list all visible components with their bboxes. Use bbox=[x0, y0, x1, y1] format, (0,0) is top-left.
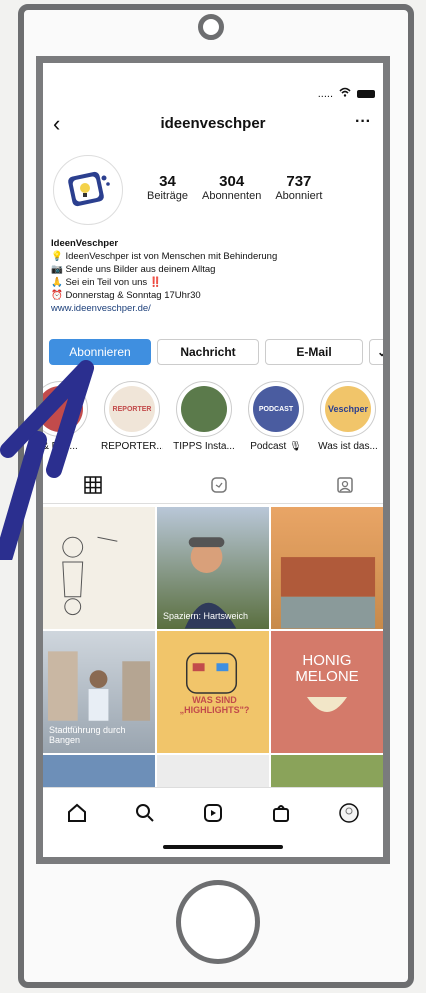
highlight-item[interactable]: Veschper Was ist das... bbox=[317, 381, 379, 452]
profile-header: ‹ ideenveschper ··· bbox=[43, 111, 383, 139]
stat-followers[interactable]: 304 Abonnenten bbox=[202, 173, 261, 202]
phone-speaker bbox=[198, 14, 224, 40]
post-caption: HONIG MELONE bbox=[295, 652, 359, 685]
post-thumbnail[interactable]: WAS SIND „HIGHLIGHTS"? bbox=[157, 631, 269, 753]
bio-line: 📷 Sende uns Bilder aus deinem Alltag bbox=[51, 264, 216, 275]
home-indicator bbox=[163, 845, 283, 849]
chevron-down-icon: ⌄ bbox=[376, 345, 388, 359]
search-icon[interactable] bbox=[134, 802, 156, 829]
bio-name: IdeenVeschper bbox=[51, 238, 119, 249]
post-caption: Stadtführung durch Bangen bbox=[49, 725, 126, 745]
highlight-cover: PODCAST bbox=[248, 381, 304, 437]
highlight-cover bbox=[176, 381, 232, 437]
profile-stats: 34 Beiträge 304 Abonnenten 737 Abonniert bbox=[147, 173, 322, 202]
more-options-icon[interactable]: ··· bbox=[355, 113, 371, 131]
status-bar: ..... bbox=[318, 87, 375, 100]
bio-website-link[interactable]: www.ideenveschper.de/ bbox=[51, 302, 277, 315]
wifi-icon bbox=[339, 87, 351, 100]
profile-bio: IdeenVeschper 💡 IdeenVeschper ist von Me… bbox=[51, 237, 277, 315]
suggested-dropdown-button[interactable]: ⌄ bbox=[369, 339, 388, 365]
highlight-item[interactable]: REPORTER REPORTER... bbox=[101, 381, 163, 452]
highlight-cover: Veschper bbox=[320, 381, 376, 437]
shop-icon[interactable] bbox=[270, 802, 292, 829]
profile-avatar[interactable] bbox=[53, 155, 123, 225]
phone-home-button[interactable] bbox=[176, 880, 260, 964]
post-thumbnail[interactable]: Spaziern: Hartsweich bbox=[157, 507, 269, 629]
profile-username: ideenveschper bbox=[160, 115, 266, 132]
reels-tab-icon[interactable] bbox=[209, 475, 229, 500]
highlight-cover: REPORTER bbox=[104, 381, 160, 437]
post-caption: Spaziern: Hartsweich bbox=[163, 611, 249, 621]
post-caption: WAS SIND „HIGHLIGHTS"? bbox=[179, 695, 250, 715]
bio-line: ⏰ Donnerstag & Sonntag 17Uhr30 bbox=[51, 290, 201, 301]
highlight-item[interactable]: TIPPS Insta... bbox=[173, 381, 235, 452]
stat-posts[interactable]: 34 Beiträge bbox=[147, 173, 188, 202]
pointer-arrow-icon bbox=[0, 360, 94, 560]
highlight-item[interactable]: PODCAST Podcast 🎙 bbox=[245, 381, 307, 452]
bio-line: 💡 IdeenVeschper ist von Menschen mit Beh… bbox=[51, 251, 278, 262]
profile-icon[interactable] bbox=[338, 802, 360, 829]
bio-line: 🙏 Sei ein Teil von uns ‼️ bbox=[51, 277, 162, 288]
signal-icon: ..... bbox=[317, 87, 333, 100]
message-button[interactable]: Nachricht bbox=[157, 339, 259, 365]
home-icon[interactable] bbox=[66, 802, 88, 829]
email-button[interactable]: E-Mail bbox=[265, 339, 363, 365]
post-thumbnail[interactable]: Stadtführung durch Bangen bbox=[43, 631, 155, 753]
tagged-tab-icon[interactable] bbox=[335, 475, 355, 500]
post-thumbnail[interactable] bbox=[271, 507, 383, 629]
battery-icon bbox=[357, 89, 375, 98]
post-thumbnail[interactable]: HONIG MELONE bbox=[271, 631, 383, 753]
stat-following[interactable]: 737 Abonniert bbox=[275, 173, 322, 202]
reels-icon[interactable] bbox=[202, 802, 224, 829]
